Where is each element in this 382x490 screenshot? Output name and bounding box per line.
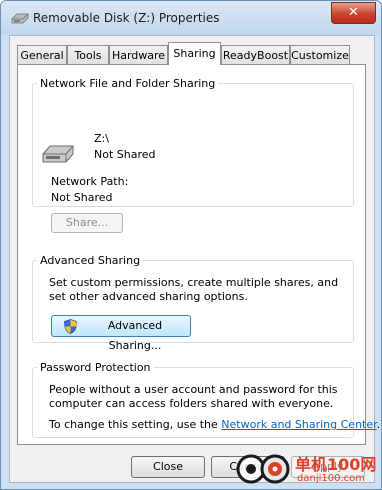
tab-tools[interactable]: Tools xyxy=(67,45,109,64)
tab-label: ReadyBoost xyxy=(222,49,289,62)
site-watermark: 单机100网 danji100.com xyxy=(235,449,381,489)
change-setting-prefix: To change this setting, use the xyxy=(49,418,222,431)
change-setting-text: To change this setting, use the Network … xyxy=(49,418,380,431)
watermark-url: danji100.com xyxy=(297,473,365,484)
change-setting-suffix: . xyxy=(376,418,381,431)
group-legend: Network File and Folder Sharing xyxy=(40,77,216,90)
watermark-logo-icon xyxy=(236,454,290,484)
tab-label: Customize xyxy=(291,49,349,62)
close-button[interactable]: Close xyxy=(131,456,205,478)
drive-icon xyxy=(42,145,74,163)
dialog-client-area: General Tools Hardware Sharing ReadyBoos… xyxy=(9,35,380,483)
share-button[interactable]: Share... xyxy=(51,213,123,233)
tab-sharing[interactable]: Sharing xyxy=(168,42,221,65)
tab-label: Tools xyxy=(74,49,102,62)
title-bar[interactable]: Removable Disk (Z:) Properties ✕ xyxy=(1,1,381,35)
network-path-label: Network Path: xyxy=(51,175,129,188)
advanced-sharing-button[interactable]: Advanced Sharing... xyxy=(51,315,191,352)
uac-shield-icon xyxy=(64,319,77,334)
tab-label: Hardware xyxy=(111,49,166,62)
close-icon: ✕ xyxy=(348,5,359,20)
removable-disk-icon xyxy=(11,13,29,24)
watermark-title: 单机100网 xyxy=(295,455,377,474)
window-close-button[interactable]: ✕ xyxy=(331,2,376,24)
tab-general[interactable]: General xyxy=(17,45,67,64)
tab-customize[interactable]: Customize xyxy=(290,45,350,64)
tab-label: Sharing xyxy=(173,47,216,60)
window-title: Removable Disk (Z:) Properties xyxy=(33,11,220,25)
advanced-sharing-description: Set custom permissions, create multiple … xyxy=(49,276,339,303)
network-path-value: Not Shared xyxy=(51,191,113,204)
tab-hardware[interactable]: Hardware xyxy=(109,45,168,64)
share-button-label: Share... xyxy=(65,216,109,229)
group-legend: Advanced Sharing xyxy=(40,254,141,267)
network-sharing-center-link[interactable]: Network and Sharing Center xyxy=(221,418,376,431)
properties-dialog: Removable Disk (Z:) Properties ✕ General… xyxy=(0,0,382,490)
drive-path: Z:\ xyxy=(94,132,109,145)
drive-share-status: Not Shared xyxy=(94,148,156,161)
tab-readyboost[interactable]: ReadyBoost xyxy=(221,45,290,64)
sharing-tab-panel: Network File and Folder Sharing Z:\ Not … xyxy=(17,64,380,445)
group-legend: Password Protection xyxy=(40,361,151,374)
password-protection-description: People without a user account and passwo… xyxy=(49,383,338,410)
tab-label: General xyxy=(20,49,64,62)
advanced-sharing-button-label: Advanced Sharing... xyxy=(107,319,163,352)
close-button-label: Close xyxy=(153,460,183,473)
